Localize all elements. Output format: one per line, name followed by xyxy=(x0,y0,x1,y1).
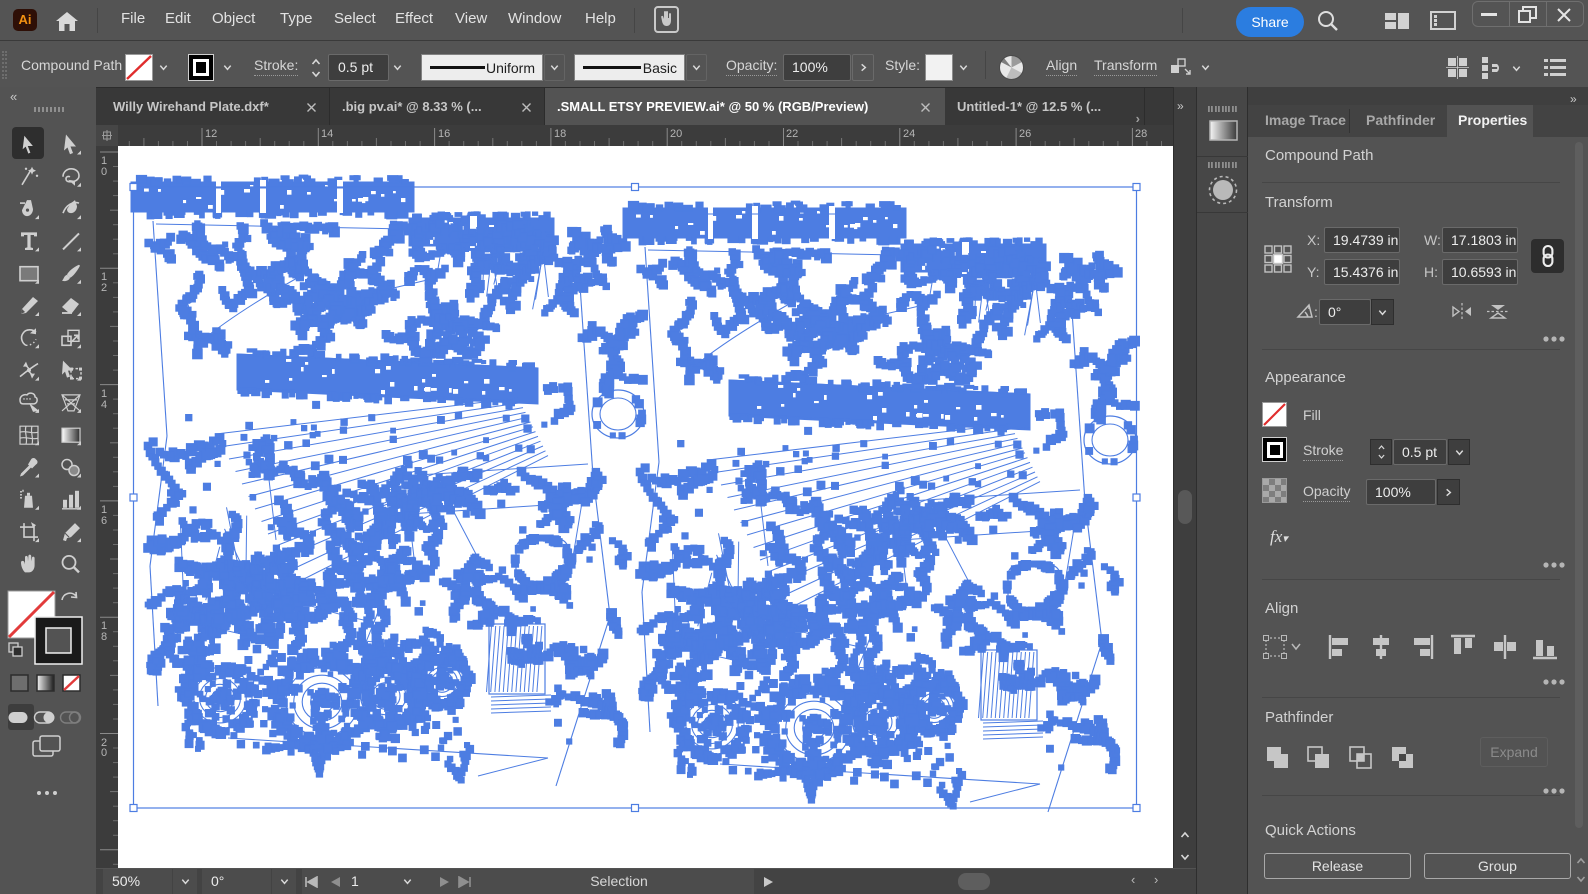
svg-text:12: 12 xyxy=(205,128,217,140)
svg-text:8: 8 xyxy=(101,631,107,643)
svg-text:4: 4 xyxy=(101,399,107,411)
svg-text:16: 16 xyxy=(438,128,450,140)
svg-text:«: « xyxy=(10,89,17,104)
svg-text:22: 22 xyxy=(786,128,798,140)
svg-text:24: 24 xyxy=(903,128,915,140)
svg-text:18: 18 xyxy=(554,128,566,140)
svg-text:26: 26 xyxy=(1019,128,1031,140)
svg-text:14: 14 xyxy=(321,128,333,140)
svg-text:2: 2 xyxy=(101,282,107,294)
svg-text:0: 0 xyxy=(101,747,107,759)
svg-text:28: 28 xyxy=(1135,128,1147,140)
svg-text:0: 0 xyxy=(101,166,107,178)
svg-text:20: 20 xyxy=(670,128,682,140)
svg-text:6: 6 xyxy=(101,515,107,527)
